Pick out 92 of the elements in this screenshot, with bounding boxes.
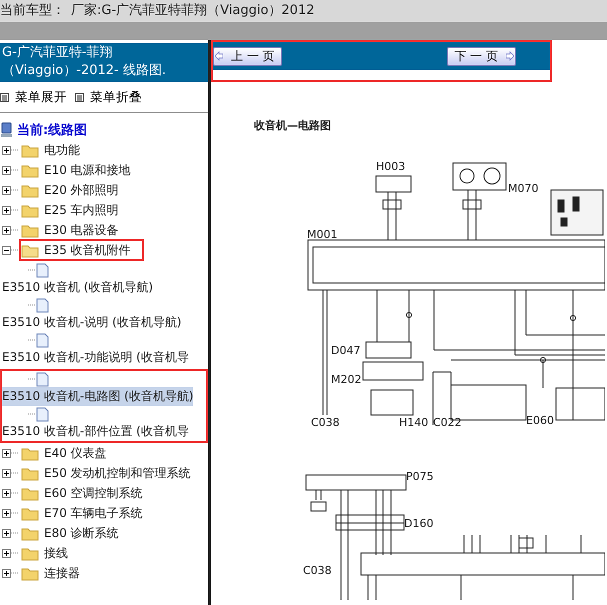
collapse-icon[interactable] xyxy=(2,246,11,254)
folder-icon xyxy=(21,222,39,238)
current-model-value: 厂家:G-广汽菲亚特菲翔（Viaggio）2012 xyxy=(71,2,314,20)
expand-icon[interactable] xyxy=(2,508,11,518)
expand-icon[interactable] xyxy=(2,448,11,458)
folder-icon xyxy=(21,446,39,460)
menu-action-link[interactable]: 菜单折叠 xyxy=(90,88,142,106)
dotted-connector-line xyxy=(28,304,36,306)
expand-icon[interactable] xyxy=(2,528,11,538)
expand-icon[interactable] xyxy=(2,548,11,558)
folder-icon xyxy=(21,526,39,540)
expand-icon[interactable] xyxy=(2,186,11,194)
dotted-connector-line xyxy=(11,512,19,514)
folder-icon xyxy=(21,242,39,258)
dotted-connector-line xyxy=(11,532,19,534)
tree-item[interactable]: E60 空调控制系统 xyxy=(41,484,146,502)
dotted-connector-line xyxy=(28,378,36,380)
tree-item[interactable]: E3510 收音机-部件位置 (收音机导 xyxy=(2,422,189,441)
diagram-title: 收音机—电路图 xyxy=(254,118,332,134)
expand-icon[interactable] xyxy=(2,166,11,174)
expand-icon[interactable] xyxy=(2,226,11,234)
folder-icon xyxy=(21,546,39,560)
dotted-connector-line xyxy=(11,249,19,251)
previous-page-button[interactable]: 上 一 页 xyxy=(213,46,282,66)
dotted-connector-line xyxy=(28,339,36,341)
expand-icon[interactable] xyxy=(2,206,11,214)
tree-item[interactable]: E3510 收音机-电路图 (收音机导航) xyxy=(2,387,194,406)
tree-item[interactable]: 连接器 xyxy=(41,564,83,582)
expand-icon[interactable] xyxy=(2,488,11,498)
component-label: D160 xyxy=(404,517,434,530)
folder-icon xyxy=(21,506,39,520)
folder-icon xyxy=(21,566,39,580)
dotted-connector-line xyxy=(11,149,19,151)
component-label: M202 xyxy=(331,373,362,386)
component-label: M070 xyxy=(508,182,538,195)
folder-icon xyxy=(21,202,39,218)
dotted-connector-line xyxy=(11,552,19,554)
menu-icon xyxy=(75,92,84,102)
component-label: E060 xyxy=(526,414,554,427)
tree-item[interactable]: E35 收音机附件 xyxy=(41,240,134,260)
component-label: C038 xyxy=(311,416,340,429)
computer-icon xyxy=(0,122,14,138)
tree-item[interactable]: E20 外部照明 xyxy=(41,180,122,200)
folder-icon xyxy=(21,162,39,178)
component-label: C022 xyxy=(433,416,462,429)
component-label: M001 xyxy=(307,228,338,241)
expand-icon[interactable] xyxy=(2,146,11,154)
component-label: C038 xyxy=(303,564,332,577)
tree-item[interactable]: E3510 收音机-功能说明 (收音机导 xyxy=(2,348,189,367)
dotted-connector-line xyxy=(28,269,36,271)
tree-item[interactable]: E50 发动机控制和管理系统 xyxy=(41,464,194,482)
folder-icon xyxy=(21,182,39,198)
right-arrow-icon xyxy=(506,51,514,61)
expand-icon[interactable] xyxy=(2,568,11,578)
dotted-connector-line xyxy=(11,169,19,171)
left-arrow-icon xyxy=(215,51,223,61)
component-label: P075 xyxy=(406,470,434,483)
document-icon xyxy=(36,406,49,422)
next-page-button[interactable]: 下 一 页 xyxy=(447,46,516,66)
folder-icon xyxy=(21,486,39,500)
tree-item[interactable]: 电功能 xyxy=(41,140,83,160)
tree-item[interactable]: E10 电源和接地 xyxy=(41,160,134,180)
dotted-connector-line xyxy=(11,229,19,231)
dotted-connector-line xyxy=(11,472,19,474)
component-label: H003 xyxy=(376,160,406,173)
dotted-connector-line xyxy=(11,209,19,211)
tree-item[interactable]: E3510 收音机-说明 (收音机导航) xyxy=(2,313,182,332)
document-icon xyxy=(36,372,49,386)
document-icon xyxy=(36,298,49,312)
current-model-label: 当前车型： xyxy=(0,2,65,20)
menu-action-link[interactable]: 菜单展开 xyxy=(15,88,67,106)
folder-icon xyxy=(21,466,39,480)
tree-item[interactable]: E30 电器设备 xyxy=(41,220,122,240)
tree-item[interactable]: E3510 收音机 (收音机导航) xyxy=(2,278,154,297)
dotted-connector-line xyxy=(11,189,19,191)
document-icon xyxy=(36,262,49,278)
dotted-connector-line xyxy=(28,413,36,415)
tree-item[interactable]: 接线 xyxy=(41,544,71,562)
expand-icon[interactable] xyxy=(2,468,11,478)
dotted-connector-line xyxy=(11,452,19,454)
folder-icon xyxy=(21,142,39,158)
tree-item[interactable]: E25 车内照明 xyxy=(41,200,122,220)
dotted-connector-line xyxy=(11,492,19,494)
sidebar-header: G-广汽菲亚特-菲翔 （Viaggio）-2012- 线路图. xyxy=(0,43,208,82)
tree-item[interactable]: E70 车辆电子系统 xyxy=(41,504,146,522)
tree-item[interactable]: E80 诊断系统 xyxy=(41,524,122,542)
component-label: H140 xyxy=(399,416,428,429)
tree-root: 当前:线路图 xyxy=(17,122,88,139)
tree-item[interactable]: E40 仪表盘 xyxy=(41,444,110,462)
document-icon xyxy=(36,332,49,348)
dotted-connector-line xyxy=(11,572,19,574)
component-label: D047 xyxy=(331,344,360,357)
